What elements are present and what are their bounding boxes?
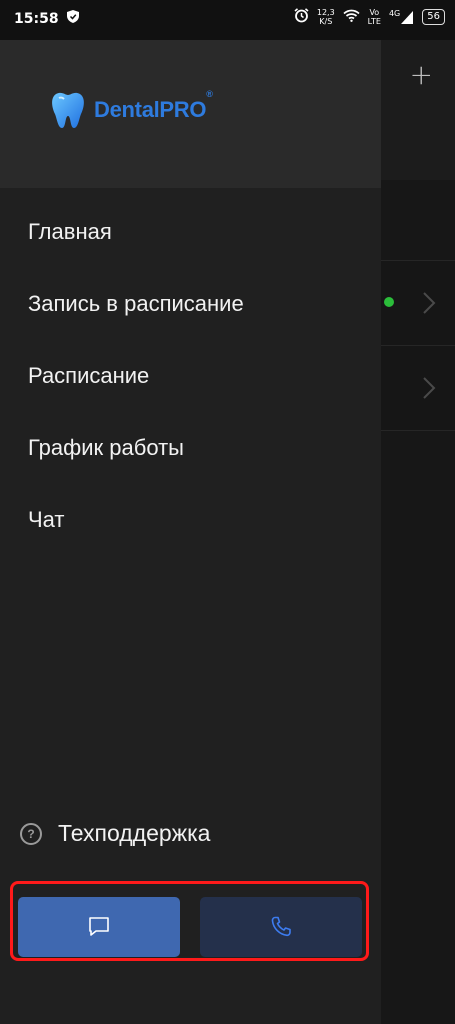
support-link[interactable]: ? Техподдержка bbox=[20, 820, 210, 847]
menu-item-label: График работы bbox=[28, 435, 184, 460]
phone-icon bbox=[271, 916, 291, 937]
menu-item-label: Расписание bbox=[28, 363, 150, 388]
signal-indicator: 4G bbox=[388, 8, 414, 24]
contact-buttons-highlight bbox=[10, 881, 369, 961]
help-icon: ? bbox=[20, 822, 42, 845]
menu-item-schedule[interactable]: Расписание bbox=[0, 340, 381, 412]
menu-item-home[interactable]: Главная bbox=[0, 196, 381, 268]
menu-item-label: Запись в расписание bbox=[28, 291, 244, 316]
plus-icon[interactable]: + bbox=[410, 58, 433, 91]
message-icon bbox=[89, 917, 109, 936]
navigation-drawer: DentalPRO® Главная Запись в расписание Р… bbox=[0, 40, 381, 1024]
status-left: 15:58 bbox=[14, 10, 79, 27]
drawer-header: DentalPRO® bbox=[0, 40, 381, 188]
volte-bottom: LTE bbox=[367, 17, 381, 26]
menu-item-label: Главная bbox=[28, 219, 112, 244]
tooth-icon bbox=[52, 92, 84, 128]
status-right: 12,3 K/S Vo LTE 4G 56 bbox=[294, 8, 445, 26]
online-status-icon bbox=[384, 297, 394, 307]
list-item[interactable] bbox=[380, 260, 455, 346]
logo-text: DentalPRO® bbox=[94, 89, 213, 123]
drawer-menu: Главная Запись в расписание Расписание Г… bbox=[0, 196, 381, 556]
chevron-right-icon bbox=[423, 377, 436, 399]
support-chat-button[interactable] bbox=[18, 897, 180, 957]
signal-icon bbox=[401, 10, 414, 24]
volte-indicator: Vo LTE bbox=[368, 8, 381, 26]
menu-item-booking[interactable]: Запись в расписание bbox=[0, 268, 381, 340]
network-type: 4G bbox=[388, 8, 401, 18]
volte-top: Vo bbox=[369, 8, 380, 17]
alarm-icon bbox=[294, 8, 309, 26]
chevron-right-icon bbox=[423, 292, 436, 314]
status-bar: 15:58 12,3 K/S Vo LTE 4G 56 bbox=[0, 0, 455, 40]
logo-name: DentalPRO bbox=[94, 97, 207, 122]
battery-indicator: 56 bbox=[422, 9, 445, 25]
list-item[interactable] bbox=[380, 345, 455, 431]
support-call-button[interactable] bbox=[200, 897, 362, 957]
dentalpro-logo: DentalPRO® bbox=[48, 89, 213, 130]
net-speed-value: 12,3 bbox=[316, 8, 335, 17]
menu-item-work-schedule[interactable]: График работы bbox=[0, 412, 381, 484]
menu-item-chat[interactable]: Чат bbox=[0, 484, 381, 556]
wifi-icon bbox=[343, 9, 360, 25]
support-label: Техподдержка bbox=[58, 820, 211, 846]
net-speed: 12,3 K/S bbox=[317, 8, 335, 26]
menu-item-label: Чат bbox=[28, 507, 65, 532]
status-time: 15:58 bbox=[14, 10, 59, 27]
logo-registered-mark: ® bbox=[206, 89, 213, 99]
shield-icon bbox=[66, 10, 79, 27]
net-speed-unit: K/S bbox=[319, 17, 333, 26]
